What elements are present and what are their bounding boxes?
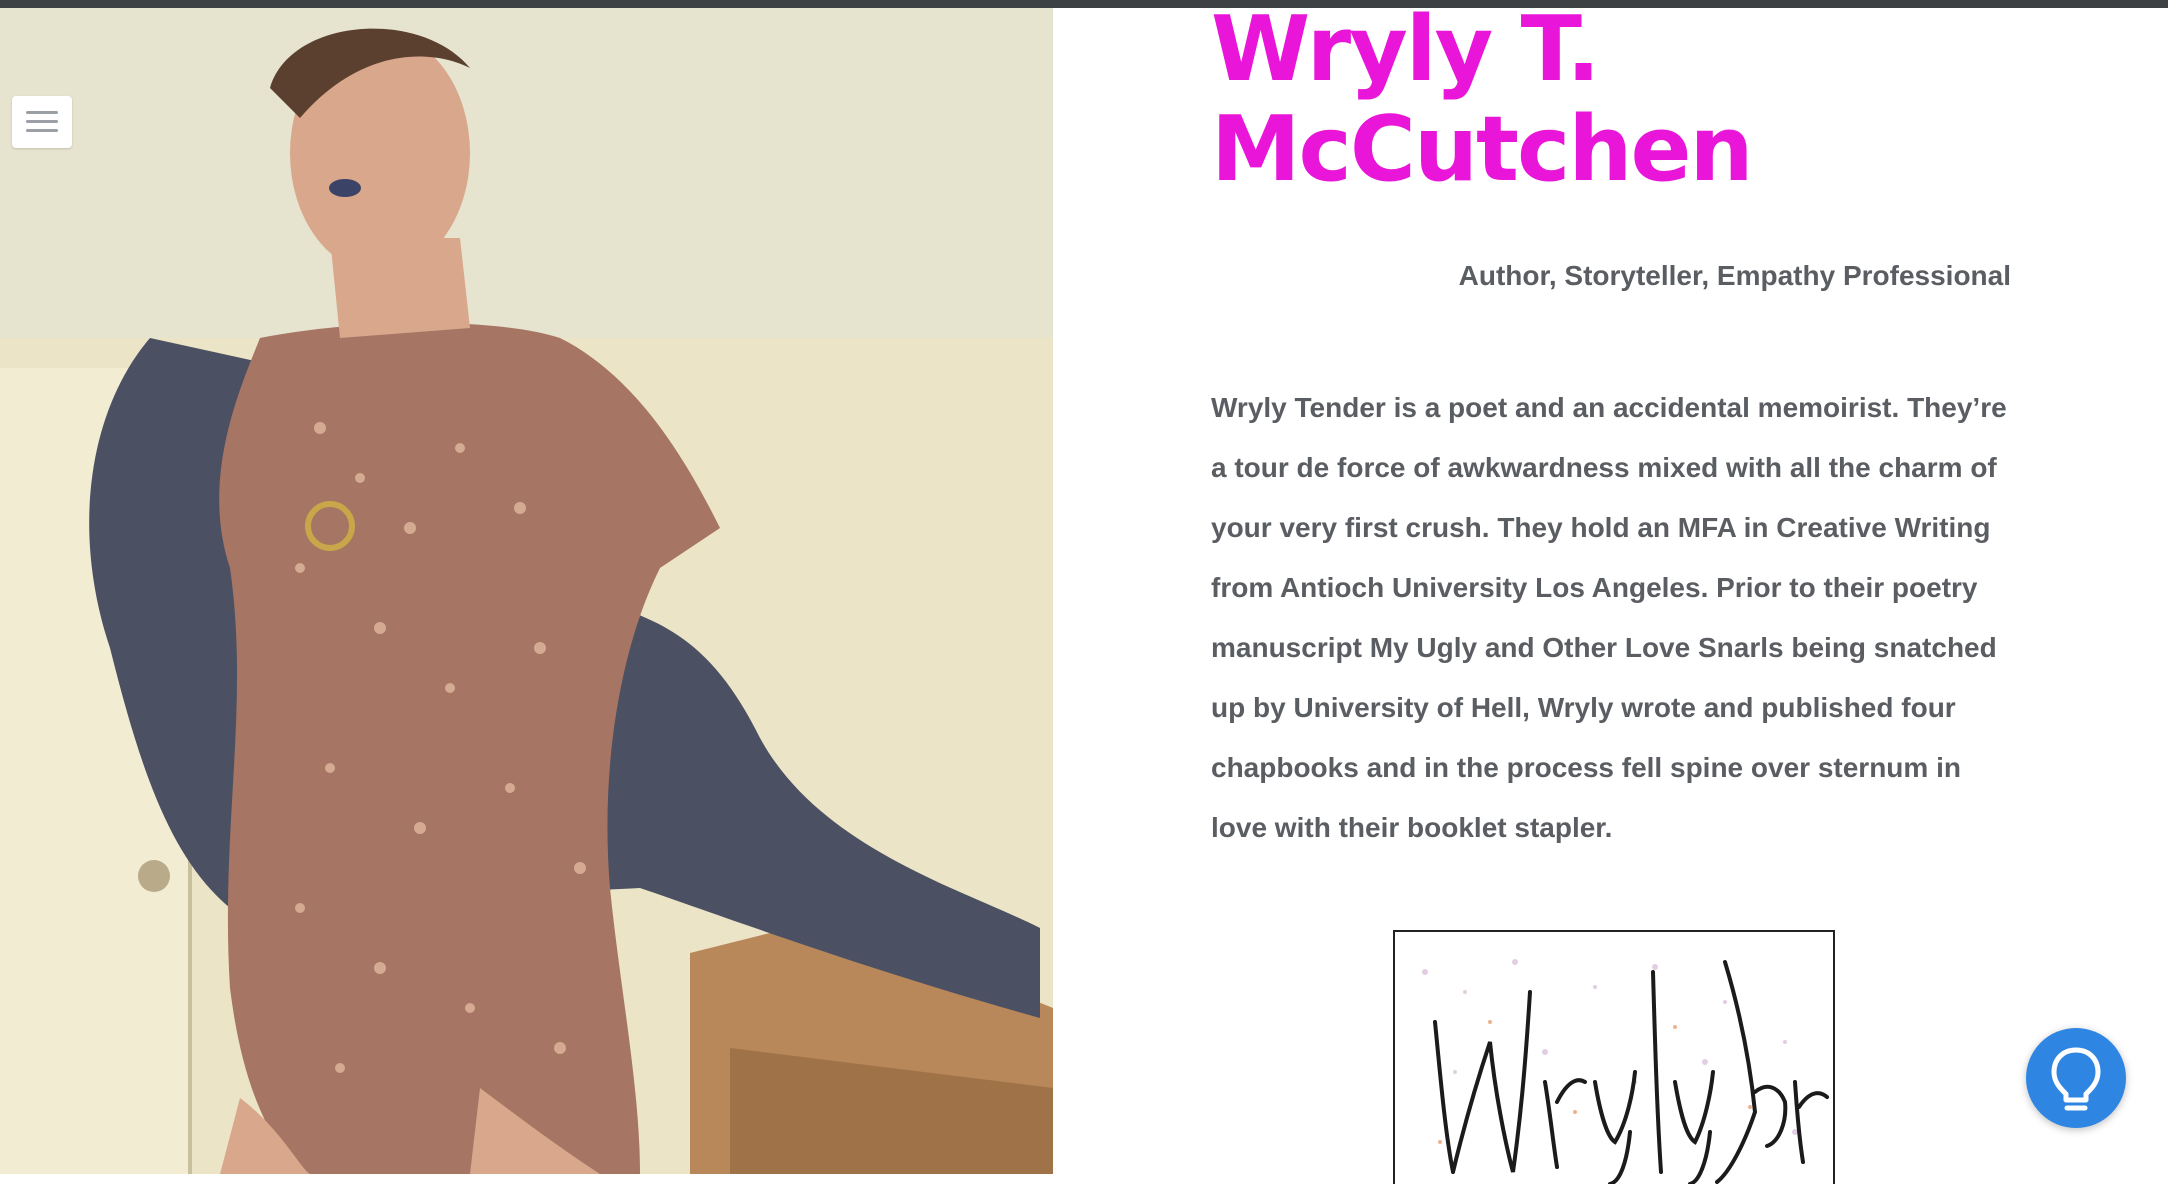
hamburger-menu-icon-line bbox=[26, 129, 58, 132]
page-title: Wryly T. McCutchen bbox=[1211, 0, 1754, 202]
signature-image bbox=[1393, 930, 1835, 1184]
help-button[interactable] bbox=[2026, 1028, 2126, 1128]
tagline: Author, Storyteller, Empathy Professiona… bbox=[1458, 260, 2011, 291]
bio-paragraph: Wryly Tender is a poet and an accidental… bbox=[1211, 392, 2007, 843]
bio-section: Wryly T. McCutchen Author, Storyteller, … bbox=[1053, 0, 2168, 1184]
menu-button[interactable] bbox=[12, 96, 72, 148]
author-photo bbox=[0, 8, 1053, 1174]
signature-drawing bbox=[1422, 959, 1829, 1184]
author-photo-illustration bbox=[0, 8, 1053, 1174]
lightbulb-icon bbox=[2051, 1047, 2101, 1111]
hamburger-menu-icon-line bbox=[26, 120, 58, 123]
hamburger-menu-icon bbox=[26, 111, 58, 114]
